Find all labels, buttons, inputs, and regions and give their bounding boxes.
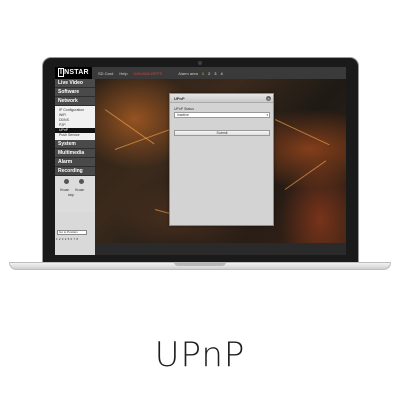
product-illustration: I NSTAR SD Card Help 640x360/15FPS Alarm … — [0, 0, 400, 400]
light-streak — [284, 160, 327, 190]
sidebar-item-push-service[interactable]: Push Service — [59, 133, 95, 138]
go-to-position-select[interactable]: Go to Position — [57, 230, 87, 235]
dialog-title: UPnP — [170, 94, 273, 103]
chevron-down-icon: ▾ — [266, 113, 268, 117]
alarm-area-4-button[interactable]: 4 — [221, 71, 223, 76]
upnp-status-value: inactive — [177, 113, 189, 117]
menu-alarm[interactable]: Alarm — [55, 158, 95, 167]
alarm-area-3-button[interactable]: 3 — [214, 71, 216, 76]
alarm-area-label: Alarm area — [178, 70, 198, 76]
network-submenu: IP Configuration WiFi DDNS P2P UPnP Push… — [55, 106, 95, 140]
ptz-left-icon[interactable] — [64, 179, 69, 184]
menu-multimedia[interactable]: Multimedia — [55, 149, 95, 158]
laptop-screen: I NSTAR SD Card Help 640x360/15FPS Alarm … — [55, 67, 346, 255]
alarm-area-1-button[interactable]: 1 — [202, 71, 204, 76]
help-link[interactable]: Help — [119, 71, 127, 76]
ptz-label-2: Hvuan — [75, 188, 85, 192]
resolution-selector[interactable]: 640x360/15FPS — [134, 71, 163, 76]
menu-live-video[interactable]: Live Video — [55, 79, 95, 88]
laptop-notch — [174, 262, 226, 266]
webcam-icon — [198, 61, 202, 65]
upnp-dialog: UPnP × UPnP Status inactive ▾ Submit — [169, 93, 274, 226]
upnp-status-label: UPnP Status — [174, 107, 194, 111]
menu-software[interactable]: Software — [55, 88, 95, 97]
close-icon[interactable]: × — [266, 96, 271, 101]
light-streak — [104, 109, 155, 145]
alarm-area-2-button[interactable]: 2 — [208, 71, 210, 76]
sd-card-link[interactable]: SD Card — [98, 71, 113, 76]
top-navigation-bar: I NSTAR SD Card Help 640x360/15FPS Alarm … — [55, 67, 346, 79]
light-streak — [274, 119, 330, 146]
logo-text: NSTAR — [64, 69, 89, 76]
ptz-right-icon[interactable] — [79, 179, 84, 184]
page-title: UPnP — [154, 335, 246, 375]
menu-recording[interactable]: Recording — [55, 167, 95, 176]
ptz-label-1: Hvuan — [60, 188, 70, 192]
submit-button[interactable]: Submit — [174, 130, 270, 136]
sidebar: Live Video Software Network IP Configura… — [55, 79, 95, 255]
menu-system[interactable]: System — [55, 140, 95, 149]
instar-logo: I NSTAR — [55, 67, 92, 79]
ptz-stop-button[interactable]: stop — [68, 193, 74, 197]
position-numbers[interactable]: 1 2 3 4 5 6 7 8 — [56, 237, 78, 241]
upnp-status-select[interactable]: inactive ▾ — [174, 112, 270, 118]
ptz-control-panel: Hvuan Hvuan stop — [55, 176, 95, 212]
menu-network[interactable]: Network — [55, 97, 95, 106]
